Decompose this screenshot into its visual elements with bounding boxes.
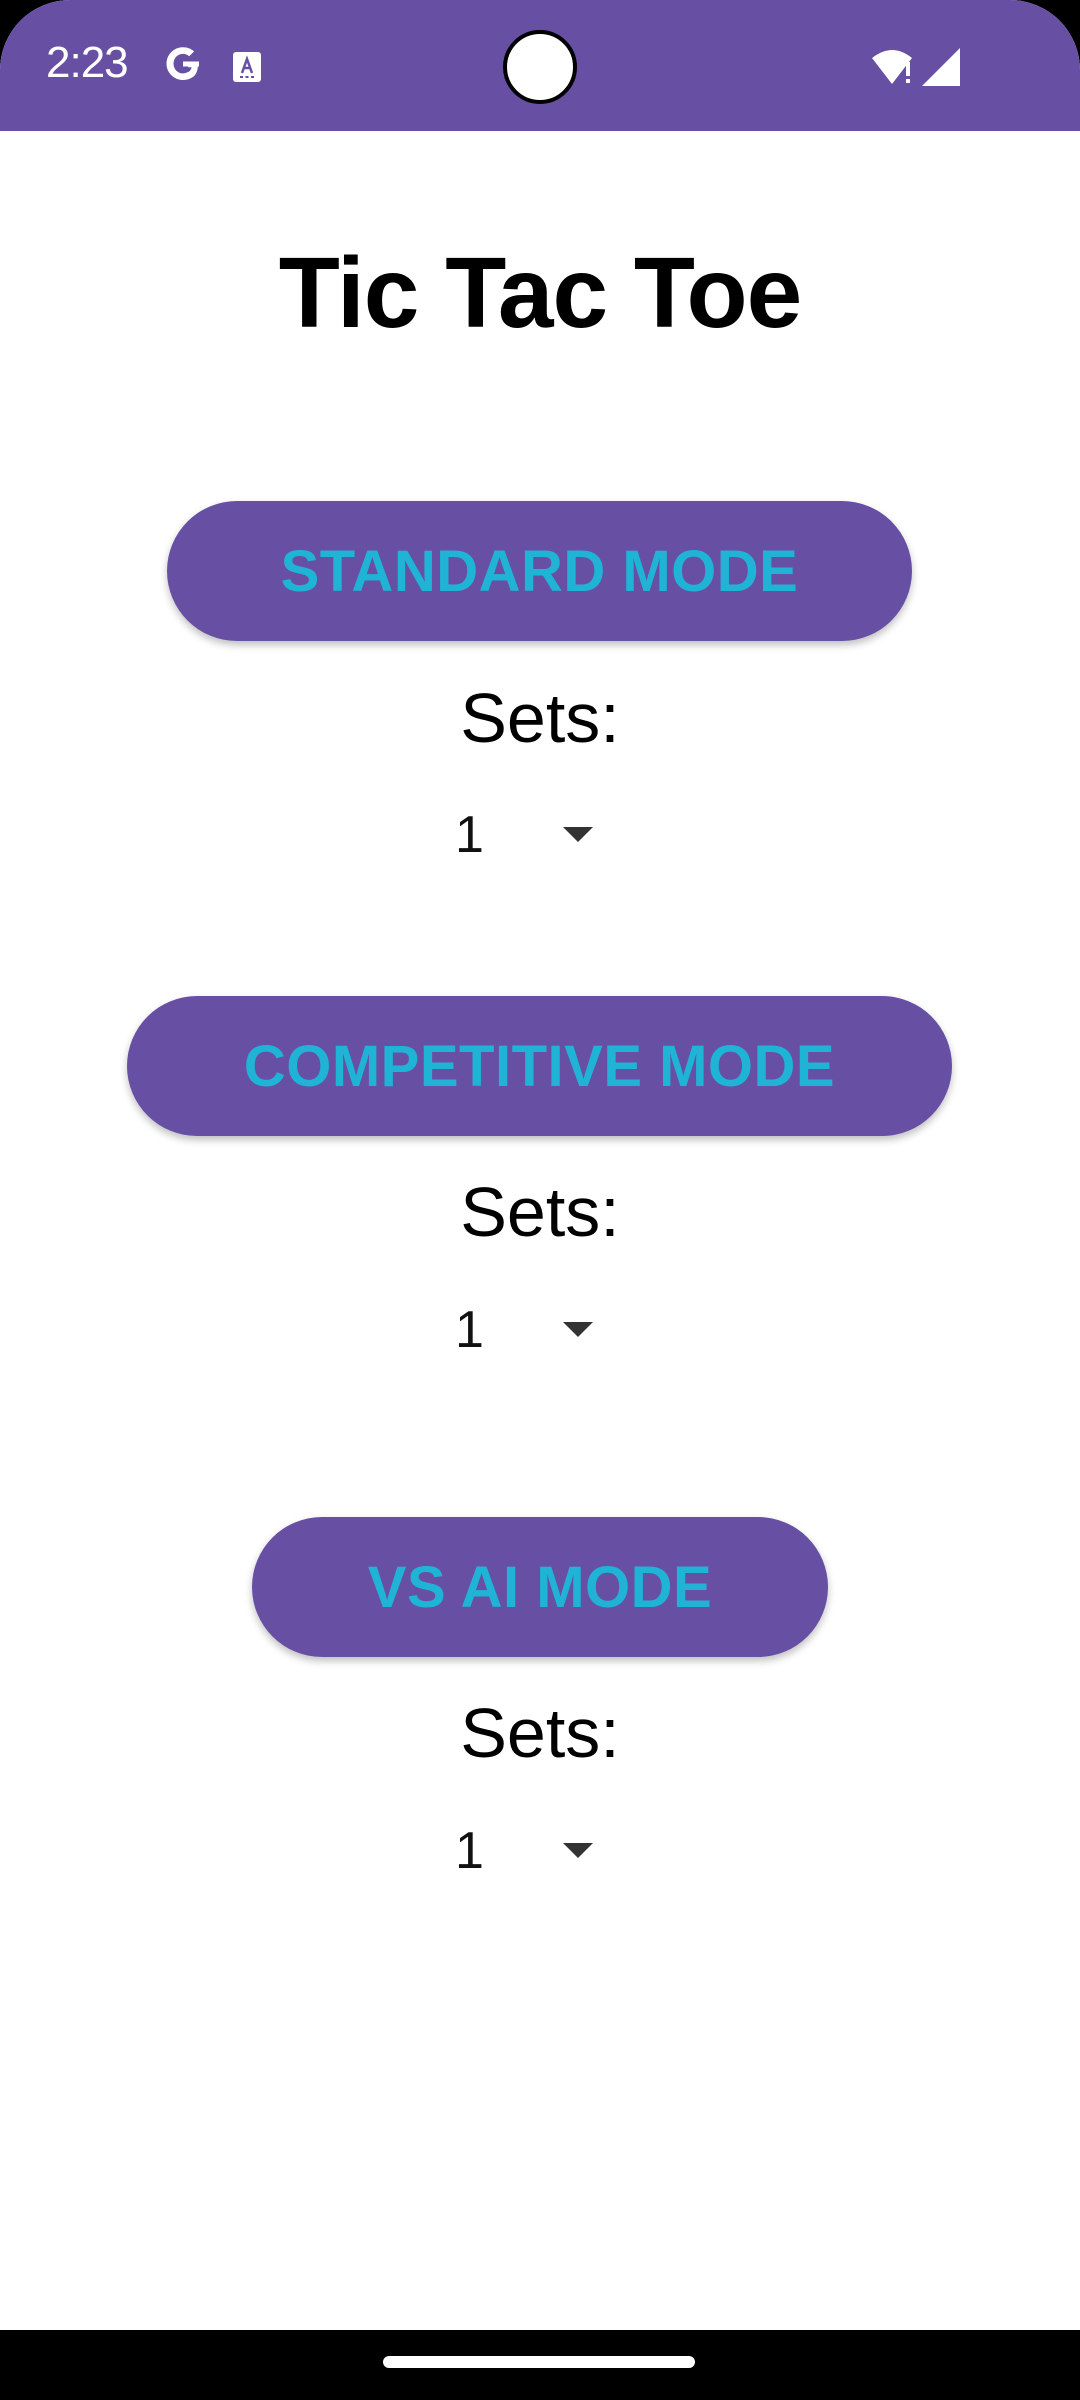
dropdown-arrow-icon [563,1322,593,1337]
competitive-mode-button[interactable]: COMPETITIVE MODE [127,996,952,1136]
status-time: 2:23 [46,38,129,87]
standard-sets-value: 1 [455,806,484,864]
vs-ai-mode-button[interactable]: VS AI MODE [252,1517,828,1657]
competitive-sets-value: 1 [455,1301,484,1359]
dropdown-arrow-icon [563,827,593,842]
vs-ai-sets-value: 1 [455,1822,484,1880]
camera-cutout [503,30,577,104]
app-screen: 2:23 Tic Tac Toe STANDARD MODE Sets: 1 C… [0,0,1080,2400]
standard-sets-label: Sets: [460,679,620,757]
standard-sets-spinner[interactable]: 1 [455,805,615,875]
vs-ai-sets-label: Sets: [460,1694,620,1772]
translate-icon [233,52,261,82]
signal-icon [922,48,960,86]
dropdown-arrow-icon [563,1843,593,1858]
page-title: Tic Tac Toe [278,237,803,349]
wifi-icon [872,50,912,84]
standard-mode-button[interactable]: STANDARD MODE [167,501,912,641]
home-indicator[interactable] [383,2356,695,2368]
google-icon [166,47,199,80]
vs-ai-sets-spinner[interactable]: 1 [455,1821,615,1891]
status-bar: 2:23 [0,0,1080,131]
competitive-sets-spinner[interactable]: 1 [455,1300,615,1370]
competitive-sets-label: Sets: [460,1173,620,1251]
